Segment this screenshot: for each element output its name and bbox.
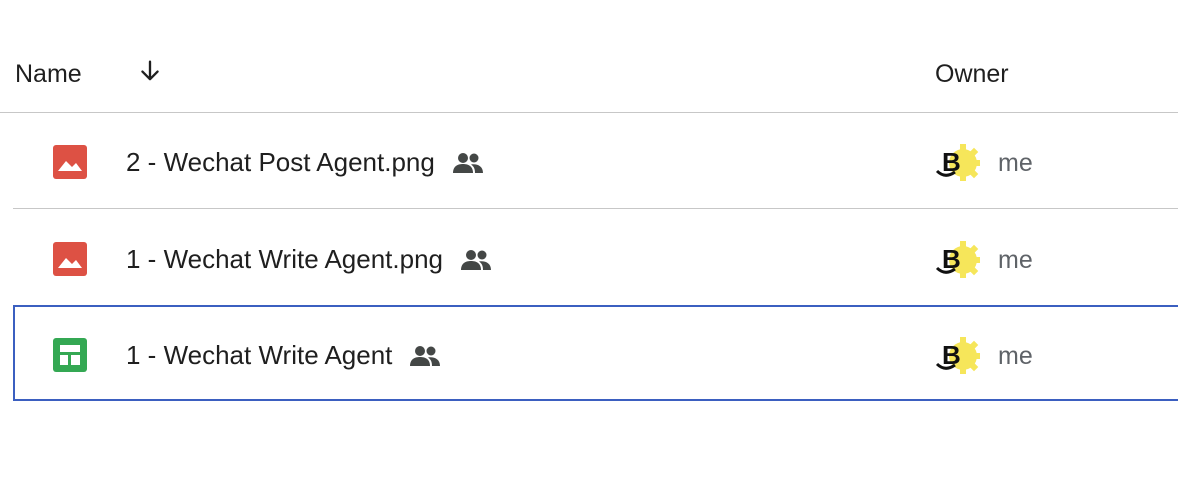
owner-avatar: B bbox=[933, 334, 983, 374]
people-icon bbox=[408, 344, 442, 368]
file-name-text: 1 - Wechat Write Agent bbox=[126, 340, 393, 370]
image-file-icon bbox=[53, 242, 87, 276]
column-header: Name Owner bbox=[0, 38, 1178, 113]
owner-name: me bbox=[998, 342, 1033, 370]
file-name[interactable]: 1 - Wechat Write Agent bbox=[126, 340, 442, 371]
file-row-selected[interactable]: 1 - Wechat Write Agent B me bbox=[13, 305, 1178, 401]
file-name-text: 2 - Wechat Post Agent.png bbox=[126, 147, 435, 177]
owner-name: me bbox=[998, 149, 1033, 177]
image-file-icon bbox=[53, 145, 87, 179]
owner-name: me bbox=[998, 246, 1033, 274]
sheets-file-icon bbox=[53, 338, 87, 372]
owner-avatar: B bbox=[933, 141, 983, 181]
people-icon bbox=[451, 151, 485, 175]
name-column-header[interactable]: Name bbox=[15, 60, 82, 89]
file-row[interactable]: 1 - Wechat Write Agent.png B me bbox=[13, 210, 1178, 306]
file-name[interactable]: 2 - Wechat Post Agent.png bbox=[126, 147, 485, 178]
owner-avatar: B bbox=[933, 238, 983, 278]
file-name-text: 1 - Wechat Write Agent.png bbox=[126, 244, 443, 274]
file-list-page: Name Owner 2 - Wechat Post Agent.png B m… bbox=[0, 0, 1178, 504]
arrow-down-icon[interactable] bbox=[133, 54, 167, 88]
file-name[interactable]: 1 - Wechat Write Agent.png bbox=[126, 244, 493, 275]
owner-column-header[interactable]: Owner bbox=[935, 60, 1009, 89]
people-icon bbox=[459, 248, 493, 272]
file-row[interactable]: 2 - Wechat Post Agent.png B me bbox=[13, 113, 1178, 209]
